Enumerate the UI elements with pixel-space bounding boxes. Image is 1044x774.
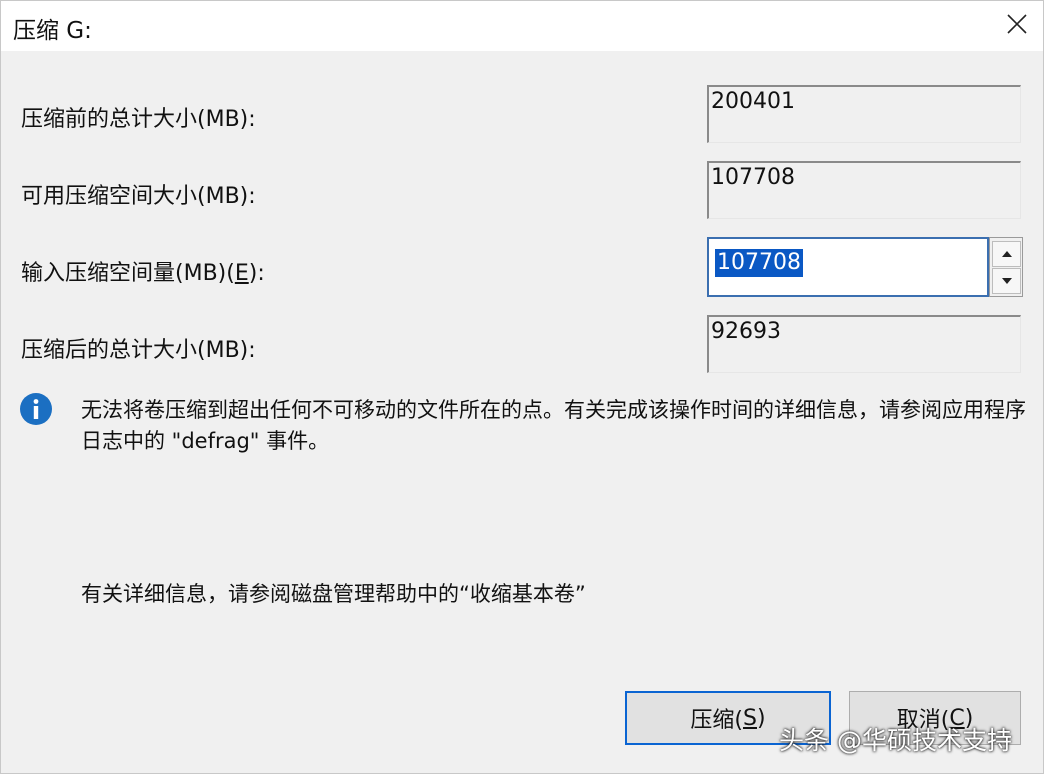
total-before-label: 压缩前的总计大小(MB): bbox=[21, 107, 256, 132]
total-after-field: 92693 bbox=[707, 315, 1021, 373]
available-space-label: 可用压缩空间大小(MB): bbox=[21, 184, 256, 209]
spin-up-button[interactable] bbox=[992, 241, 1021, 267]
watermark: 头条 @华硕技术支持 bbox=[779, 726, 1012, 755]
available-space-field: 107708 bbox=[707, 161, 1021, 219]
total-after-value: 92693 bbox=[711, 319, 781, 344]
spin-down-button[interactable] bbox=[992, 268, 1021, 294]
arrow-down-icon bbox=[1001, 278, 1012, 284]
total-after-label: 压缩后的总计大小(MB): bbox=[21, 338, 256, 363]
info-message: 无法将卷压缩到超出任何不可移动的文件所在的点。有关完成该操作时间的详细信息，请参… bbox=[81, 398, 1026, 453]
shrink-amount-input[interactable]: 107708 bbox=[707, 237, 989, 297]
close-icon bbox=[1007, 14, 1027, 34]
total-before-field: 200401 bbox=[707, 85, 1021, 143]
window-title: 压缩 G: bbox=[13, 18, 92, 44]
help-text: 有关详细信息，请参阅磁盘管理帮助中的“收缩基本卷” bbox=[81, 582, 586, 606]
shrink-amount-spinner[interactable]: 107708 bbox=[707, 237, 1023, 297]
spin-buttons bbox=[989, 237, 1023, 297]
close-button[interactable] bbox=[991, 1, 1043, 47]
shrink-amount-value: 107708 bbox=[715, 249, 803, 277]
available-space-value: 107708 bbox=[711, 165, 795, 190]
shrink-dialog: 压缩 G: 压缩前的总计大小(MB): 200401 可用压缩空间大小(MB):… bbox=[0, 0, 1044, 774]
arrow-up-icon bbox=[1001, 251, 1012, 257]
shrink-amount-label: 输入压缩空间量(MB)(E): bbox=[21, 261, 265, 286]
total-before-value: 200401 bbox=[711, 89, 795, 114]
title-bar: 压缩 G: bbox=[1, 1, 1043, 51]
info-icon bbox=[20, 393, 52, 425]
